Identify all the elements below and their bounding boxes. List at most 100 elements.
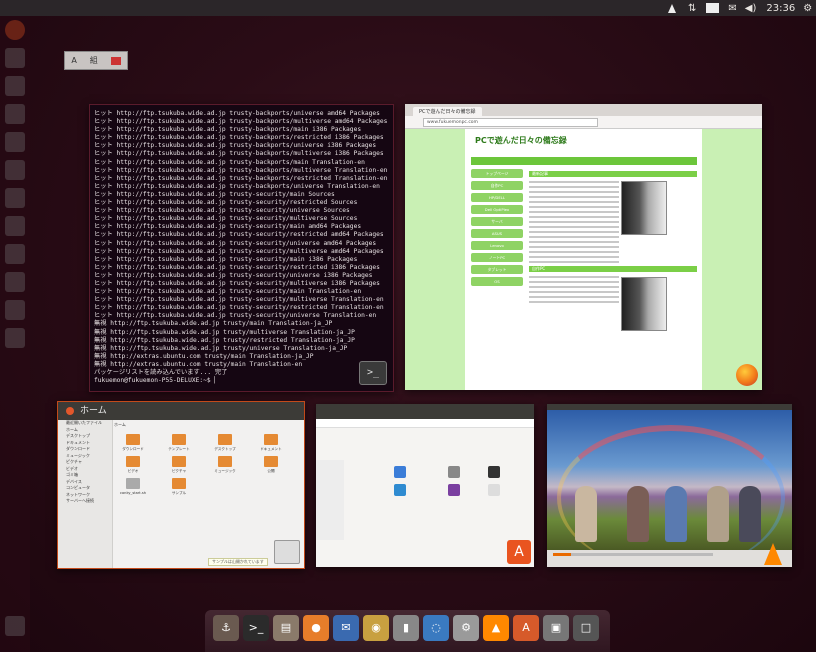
- nav-bar: www.fukuemonpc.com: [405, 116, 762, 129]
- terminal-line: ヒット http://ftp.tsukuba.wide.ad.jp trusty…: [94, 279, 380, 287]
- app-icon[interactable]: [448, 484, 460, 496]
- file-label: ミュージック: [214, 469, 236, 473]
- sidebar-link[interactable]: Lenovo: [471, 241, 523, 250]
- pc-image: [621, 277, 667, 331]
- sidebar-link[interactable]: ノートPC: [471, 253, 523, 262]
- file-item[interactable]: ダウンロード: [118, 434, 148, 452]
- site-nav[interactable]: [471, 157, 697, 165]
- files-window[interactable]: ホーム 最近開いたファイル ホーム デスクトップ ドキュメント ダウンロード ミュージック…: [57, 401, 305, 569]
- file-label: テンプレート: [168, 447, 190, 451]
- sidebar-link[interactable]: Dell OptiPlex: [471, 205, 523, 214]
- software-center-window[interactable]: A: [316, 404, 534, 567]
- launcher-item-icon[interactable]: [5, 300, 25, 320]
- terminal-line: fukuemon@fukuemon-P55-DELUXE:~$: [94, 377, 215, 385]
- file-item[interactable]: ミュージック: [210, 456, 240, 474]
- terminal-line: 無視 http://ftp.tsukuba.wide.ad.jp trusty/…: [94, 320, 333, 328]
- file-item[interactable]: conky_start.sh: [118, 478, 148, 495]
- vlc-icon[interactable]: ▲: [483, 615, 509, 641]
- terminal-line: ヒット http://ftp.tsukuba.wide.ad.jp trusty…: [94, 207, 350, 215]
- category-list: [316, 460, 344, 540]
- title-bar: ホーム: [58, 402, 304, 420]
- folder-icon: [172, 478, 186, 489]
- browser-tab[interactable]: PCで遊んだ日々の備忘録: [413, 107, 482, 116]
- app-icon[interactable]: [488, 466, 500, 478]
- search-input[interactable]: [316, 419, 534, 428]
- pc-image: [621, 181, 667, 235]
- launcher-item-icon[interactable]: [5, 272, 25, 292]
- keyboard-icon: [110, 56, 121, 65]
- launcher-item-icon[interactable]: [5, 76, 25, 96]
- sidebar-link[interactable]: トップページ: [471, 169, 523, 178]
- mail-icon[interactable]: ✉: [728, 3, 736, 14]
- launcher-item-icon[interactable]: [5, 244, 25, 264]
- input-method-chip[interactable]: A 組: [64, 51, 128, 70]
- thunderbird-icon[interactable]: ✉: [333, 615, 359, 641]
- file-item[interactable]: ドキュメント: [256, 434, 286, 452]
- sidebar-link[interactable]: 自作PC: [471, 181, 523, 190]
- launcher-item-icon[interactable]: [5, 104, 25, 124]
- trash-icon[interactable]: [5, 616, 25, 636]
- terminal-line: パッケージリストを読み込んでいます... 完了: [94, 369, 228, 376]
- volume-icon[interactable]: ◀): [745, 3, 757, 14]
- network-arrows-icon[interactable]: ⇅: [688, 3, 696, 14]
- chat-icon[interactable]: ◌: [423, 615, 449, 641]
- launcher-item-icon[interactable]: [5, 216, 25, 236]
- clock[interactable]: 23:36: [766, 3, 795, 14]
- app-icon[interactable]: [448, 466, 460, 478]
- person-figure: [665, 486, 687, 542]
- files-icon: [274, 540, 300, 564]
- gear-icon[interactable]: ⚙: [803, 3, 812, 14]
- file-label: ドキュメント: [260, 447, 282, 451]
- video-frame[interactable]: [547, 410, 792, 550]
- terminal-line: 無視 http://ftp.tsukuba.wide.ad.jp trusty/…: [94, 328, 355, 336]
- files-icon[interactable]: ▤: [273, 615, 299, 641]
- file-item[interactable]: ピクチャ: [164, 456, 194, 474]
- terminal-line: ヒット http://ftp.tsukuba.wide.ad.jp trusty…: [94, 263, 380, 271]
- terminal-window[interactable]: ヒット http://ftp.tsukuba.wide.ad.jp trusty…: [89, 104, 394, 392]
- sidebar-link[interactable]: ASUS: [471, 229, 523, 238]
- file-item[interactable]: ビデオ: [118, 456, 148, 474]
- launcher-item-icon[interactable]: [5, 160, 25, 180]
- app-icon[interactable]: [394, 466, 406, 478]
- trash-icon[interactable]: □: [573, 615, 599, 641]
- anchor-icon[interactable]: ⚓: [213, 615, 239, 641]
- path-bar[interactable]: ホーム: [114, 422, 126, 428]
- seek-slider[interactable]: [553, 553, 713, 556]
- media-icon[interactable]: ◉: [363, 615, 389, 641]
- triangle-icon[interactable]: [668, 3, 676, 13]
- launcher-item-icon[interactable]: [5, 188, 25, 208]
- battery-icon[interactable]: [706, 3, 720, 13]
- app-icon[interactable]: [394, 484, 406, 496]
- file-item[interactable]: 公開: [256, 456, 286, 474]
- sidebar-item[interactable]: サーバーへ接続: [58, 498, 112, 505]
- file-item[interactable]: デスクトップ: [210, 434, 240, 452]
- camera-icon[interactable]: ▣: [543, 615, 569, 641]
- url-field[interactable]: www.fukuemonpc.com: [423, 118, 598, 127]
- browser-window[interactable]: PCで遊んだ日々の備忘録 www.fukuemonpc.com PCで遊んだ日々…: [405, 104, 762, 390]
- close-icon[interactable]: [66, 407, 74, 415]
- file-item[interactable]: サンプル: [164, 478, 194, 496]
- video-player-window[interactable]: [547, 404, 792, 567]
- sidebar-link[interactable]: HP/DELL: [471, 193, 523, 202]
- section-header: 自作PC: [529, 266, 697, 272]
- sidebar-link[interactable]: タブレット: [471, 265, 523, 274]
- site-sidebar: トップページ 自作PC HP/DELL Dell OptiPlex サーバ ASUS Len…: [471, 169, 523, 384]
- launcher-item-icon[interactable]: [5, 48, 25, 68]
- usb-icon[interactable]: ▮: [393, 615, 419, 641]
- software-center-icon[interactable]: A: [513, 615, 539, 641]
- launcher-item-icon[interactable]: [5, 132, 25, 152]
- site-title[interactable]: PCで遊んだ日々の備忘録: [475, 135, 567, 146]
- settings-icon[interactable]: ⚙: [453, 615, 479, 641]
- firefox-icon: [736, 364, 758, 386]
- firefox-icon[interactable]: ●: [303, 615, 329, 641]
- file-label: ビデオ: [127, 469, 139, 473]
- top-panel: ⇅ ✉ ◀) 23:36 ⚙: [0, 0, 816, 16]
- sidebar-link[interactable]: サーバ: [471, 217, 523, 226]
- launcher-item-icon[interactable]: [5, 328, 25, 348]
- sidebar-link[interactable]: OS: [471, 277, 523, 286]
- app-icon[interactable]: [488, 484, 500, 496]
- terminal-icon[interactable]: >_: [243, 615, 269, 641]
- site-main: 最新記事 自作PC: [529, 169, 697, 306]
- ubuntu-logo-icon[interactable]: [5, 20, 25, 40]
- file-item[interactable]: テンプレート: [164, 434, 194, 452]
